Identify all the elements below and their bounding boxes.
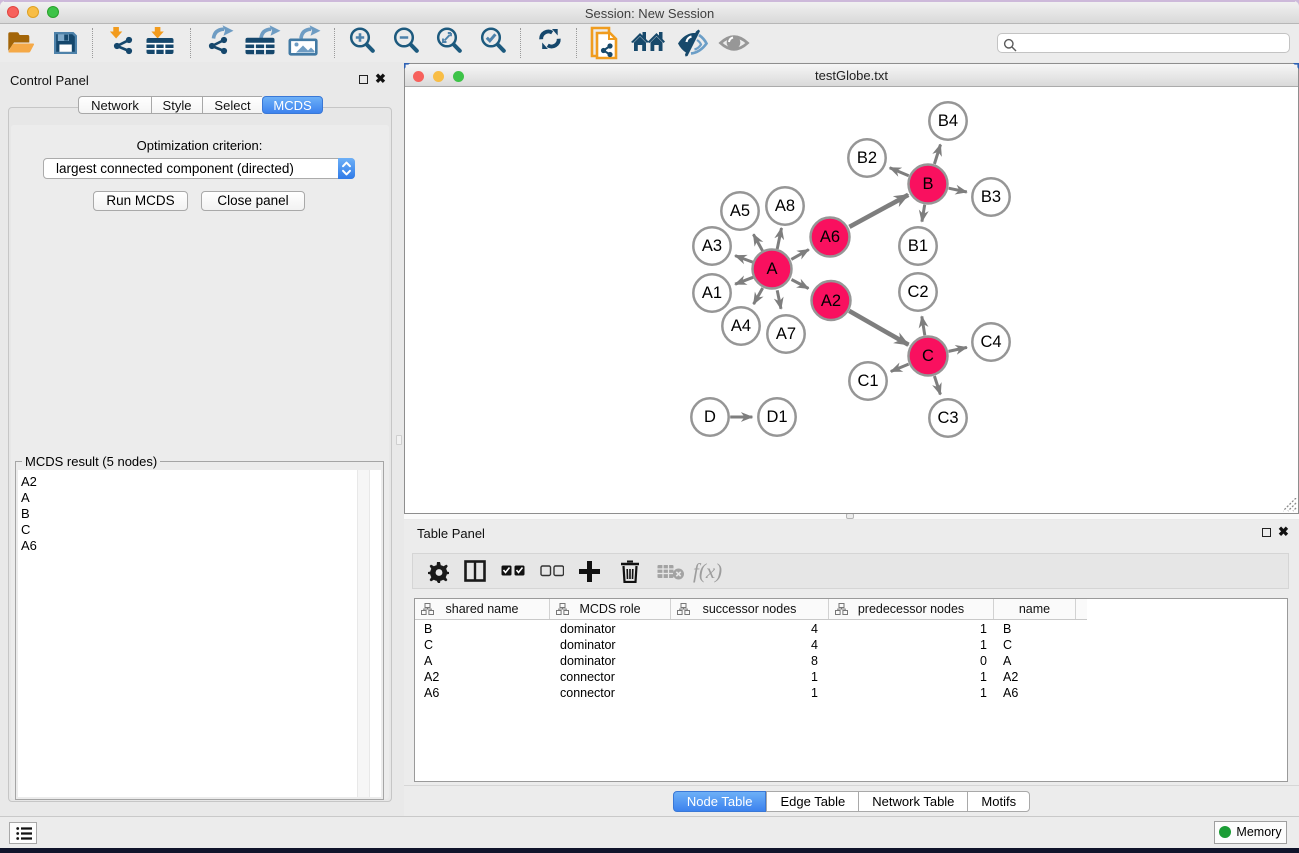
- svg-text:A5: A5: [730, 202, 750, 220]
- svg-text:B3: B3: [981, 188, 1001, 206]
- svg-text:A3: A3: [702, 237, 722, 255]
- svg-text:A1: A1: [702, 284, 722, 302]
- svg-text:C4: C4: [980, 333, 1001, 351]
- svg-text:C: C: [922, 347, 934, 365]
- svg-text:A: A: [766, 260, 777, 278]
- svg-text:A8: A8: [775, 197, 795, 215]
- svg-text:B1: B1: [908, 237, 928, 255]
- svg-text:B2: B2: [857, 149, 877, 167]
- svg-text:A7: A7: [776, 325, 796, 343]
- svg-text:A2: A2: [821, 292, 841, 310]
- svg-text:D: D: [704, 408, 716, 426]
- svg-text:A6: A6: [820, 228, 840, 246]
- svg-text:B: B: [922, 175, 933, 193]
- svg-text:C2: C2: [907, 283, 928, 301]
- svg-text:A4: A4: [731, 317, 751, 335]
- svg-text:C3: C3: [937, 409, 958, 427]
- svg-text:D1: D1: [766, 408, 787, 426]
- svg-text:C1: C1: [857, 372, 878, 390]
- svg-text:B4: B4: [938, 112, 958, 130]
